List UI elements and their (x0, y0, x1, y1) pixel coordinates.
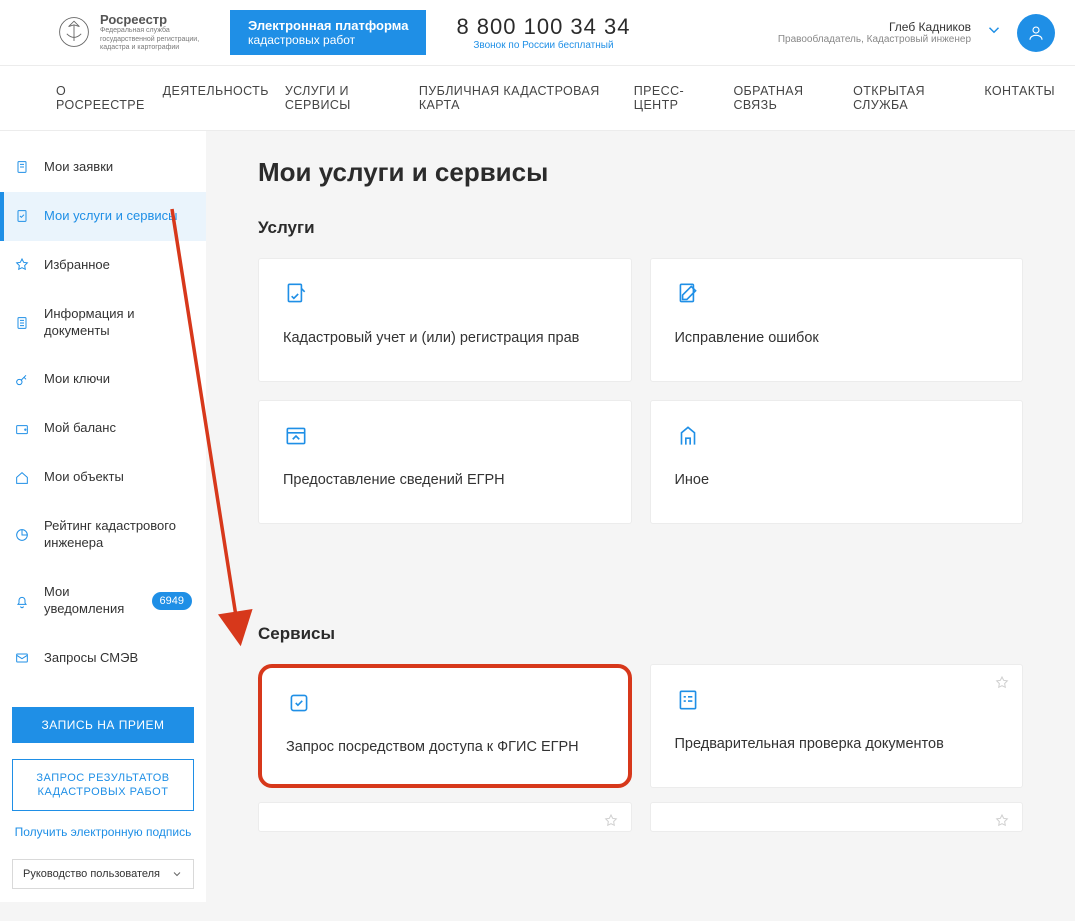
platform-banner[interactable]: Электронная платформа кадастровых работ (230, 10, 426, 55)
nav-services[interactable]: УСЛУГИ И СЕРВИСЫ (285, 84, 403, 112)
user-icon (1027, 24, 1045, 42)
card-cadastral-registration[interactable]: Кадастровый учет и (или) регистрация пра… (258, 258, 632, 382)
user-name: Глеб Кадников (778, 20, 971, 34)
user-role: Правообладатель, Кадастровый инженер (778, 34, 971, 45)
sidebar-item-services[interactable]: Мои услуги и сервисы (0, 192, 206, 241)
notifications-badge: 6949 (152, 592, 192, 610)
sidebar-item-label: Запросы СМЭВ (44, 650, 192, 667)
user-avatar[interactable] (1017, 14, 1055, 52)
card-title: Предоставление сведений ЕГРН (283, 470, 607, 490)
card-title: Запрос посредством доступа к ФГИС ЕГРН (286, 737, 604, 757)
card-title: Иное (675, 470, 999, 490)
sidebar-item-favorites[interactable]: Избранное (0, 241, 206, 290)
building-icon (675, 423, 701, 449)
card-title: Исправление ошибок (675, 328, 999, 348)
sidebar-item-objects[interactable]: Мои объекты (0, 453, 206, 502)
logo-title: Росреестр (100, 12, 200, 27)
support-phone-note: Звонок по России бесплатный (456, 40, 630, 51)
card-placeholder-1[interactable] (258, 802, 632, 832)
sidebar-item-label: Избранное (44, 257, 192, 274)
appointment-button[interactable]: ЗАПИСЬ НА ПРИЕМ (12, 707, 194, 743)
browser-home-icon (283, 423, 309, 449)
sidebar-item-label: Мои услуги и сервисы (44, 208, 192, 225)
favorite-star-icon[interactable] (994, 813, 1010, 829)
sidebar-item-label: Мой баланс (44, 420, 192, 437)
sidebar-item-label: Рейтинг кадастрового инженера (44, 518, 192, 552)
card-fgis-egrn-request[interactable]: Запрос посредством доступа к ФГИС ЕГРН (258, 664, 632, 788)
sidebar-item-balance[interactable]: Мой баланс (0, 404, 206, 453)
platform-line2: кадастровых работ (248, 33, 408, 47)
wallet-icon (14, 421, 30, 437)
chevron-down-icon (171, 868, 183, 880)
cadastral-results-button[interactable]: ЗАПРОС РЕЗУЛЬТАТОВ КАДАСТРОВЫХ РАБОТ (12, 759, 194, 812)
list-document-icon (14, 315, 30, 331)
sidebar-item-notifications[interactable]: Мои уведомления 6949 (0, 568, 206, 634)
card-error-correction[interactable]: Исправление ошибок (650, 258, 1024, 382)
section-serv-title: Сервисы (258, 624, 1023, 644)
page-title: Мои услуги и сервисы (258, 157, 1023, 188)
select-value: Руководство пользователя (23, 868, 160, 880)
logo-subtitle: Федеральная служба государственной регис… (100, 27, 200, 52)
key-icon (14, 372, 30, 388)
card-egrn-info[interactable]: Предоставление сведений ЕГРН (258, 400, 632, 524)
card-preliminary-check[interactable]: Предварительная проверка документов (650, 664, 1024, 788)
sidebar-item-info[interactable]: Информация и документы (0, 290, 206, 356)
star-icon (14, 257, 30, 273)
nav-press[interactable]: ПРЕСС-ЦЕНТР (634, 84, 718, 112)
card-placeholder-2[interactable] (650, 802, 1024, 832)
check-square-icon (286, 690, 312, 716)
sidebar-item-label: Информация и документы (44, 306, 192, 340)
user-menu-toggle[interactable] (985, 21, 1003, 44)
favorite-star-icon[interactable] (603, 813, 619, 829)
nav-map[interactable]: ПУБЛИЧНАЯ КАДАСТРОВАЯ КАРТА (419, 84, 618, 112)
sidebar-item-applications[interactable]: Мои заявки (0, 143, 206, 192)
sidebar-item-label: Мои уведомления (44, 584, 138, 618)
document-check-icon (283, 281, 309, 307)
nav-activity[interactable]: ДЕЯТЕЛЬНОСТЬ (163, 84, 269, 112)
sidebar: Мои заявки Мои услуги и сервисы Избранно… (0, 131, 206, 902)
sidebar-item-label: Мои ключи (44, 371, 192, 388)
chevron-down-icon (985, 21, 1003, 39)
sidebar-item-keys[interactable]: Мои ключи (0, 355, 206, 404)
document-edit-icon (675, 281, 701, 307)
sidebar-item-label: Мои объекты (44, 469, 192, 486)
mail-icon (14, 650, 30, 666)
sidebar-item-rating[interactable]: Рейтинг кадастрового инженера (0, 502, 206, 568)
support-phone: 8 800 100 34 34 (456, 14, 630, 40)
document-icon (14, 159, 30, 175)
favorite-star-icon[interactable] (994, 675, 1010, 691)
get-signature-link[interactable]: Получить электронную подпись (0, 817, 206, 849)
house-icon (14, 470, 30, 486)
chart-pie-icon (14, 527, 30, 543)
nav-contacts[interactable]: КОНТАКТЫ (984, 84, 1055, 112)
card-title: Предварительная проверка документов (675, 734, 999, 754)
sidebar-item-smev[interactable]: Запросы СМЭВ (0, 634, 206, 683)
platform-line1: Электронная платформа (248, 18, 408, 33)
eagle-emblem-icon (56, 14, 92, 50)
card-title: Кадастровый учет и (или) регистрация пра… (283, 328, 607, 348)
site-logo[interactable]: Росреестр Федеральная служба государстве… (56, 12, 216, 52)
bell-icon (14, 593, 30, 609)
checklist-icon (675, 687, 701, 713)
nav-feedback[interactable]: ОБРАТНАЯ СВЯЗЬ (733, 84, 837, 112)
sidebar-item-label: Мои заявки (44, 159, 192, 176)
nav-about[interactable]: О РОСРЕЕСТРЕ (56, 84, 147, 112)
user-guide-select[interactable]: Руководство пользователя (12, 859, 194, 889)
section-services-title: Услуги (258, 218, 1023, 238)
nav-open[interactable]: ОТКРЫТАЯ СЛУЖБА (853, 84, 968, 112)
card-other[interactable]: Иное (650, 400, 1024, 524)
check-document-icon (14, 208, 30, 224)
